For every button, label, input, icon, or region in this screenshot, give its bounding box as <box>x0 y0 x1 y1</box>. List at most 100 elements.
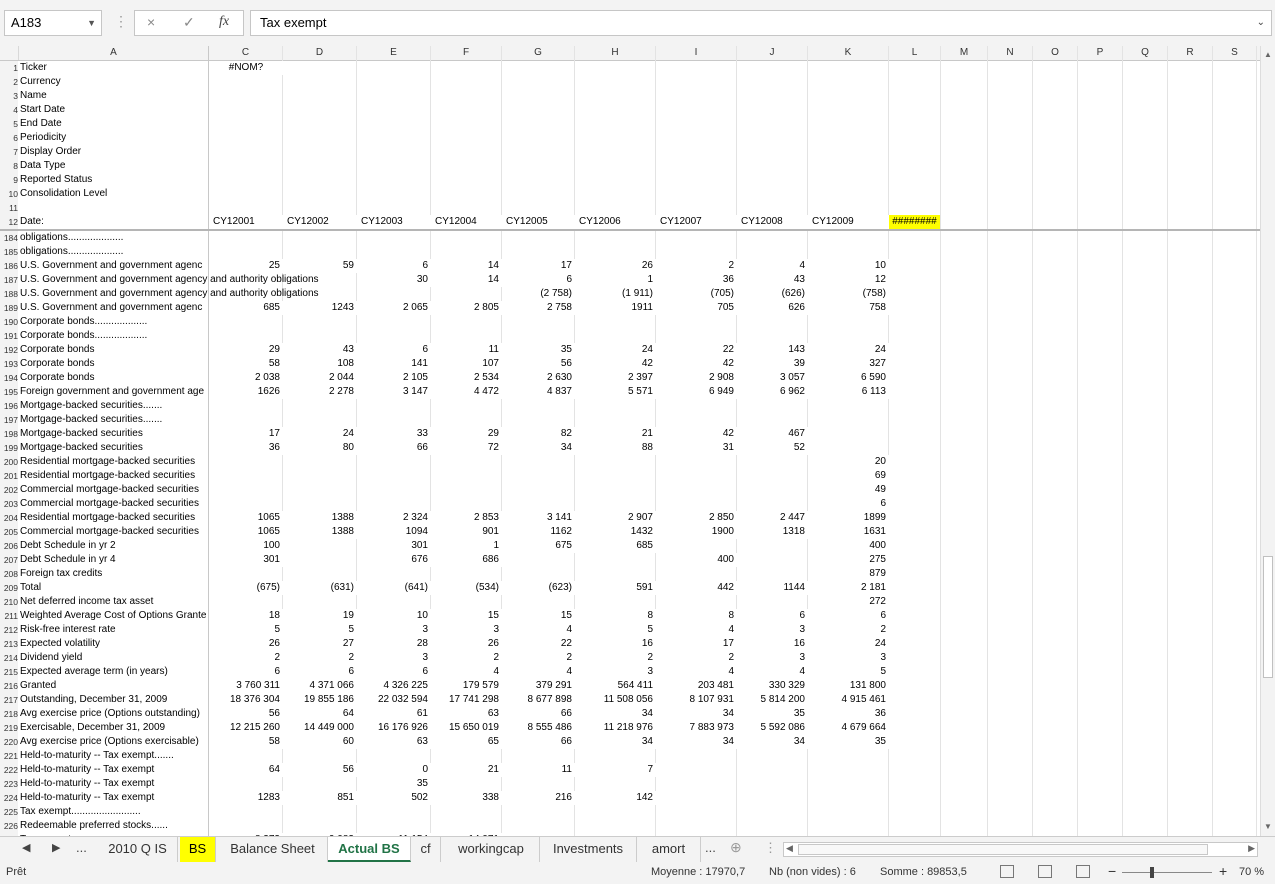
cell-value[interactable] <box>808 819 889 833</box>
cell-value[interactable] <box>502 187 575 201</box>
cell-label[interactable]: Residential mortgage-backed securities <box>19 469 209 483</box>
cell-value[interactable]: 2 065 <box>357 301 431 315</box>
cell-label[interactable]: Residential mortgage-backed securities <box>19 455 209 469</box>
cell-label[interactable]: Commercial mortgage-backed securities <box>19 525 209 539</box>
cell-label[interactable]: Granted <box>19 679 209 693</box>
cell-value[interactable]: 5 <box>209 623 283 637</box>
cell-value[interactable] <box>808 145 889 159</box>
cell-value[interactable]: 4 <box>502 665 575 679</box>
cell-value[interactable]: 29 <box>209 343 283 357</box>
cell-value[interactable]: 11 508 056 <box>575 693 656 707</box>
cell-value[interactable]: 141 <box>357 357 431 371</box>
cell-value[interactable] <box>357 103 431 117</box>
cell-value[interactable] <box>656 315 737 329</box>
cell-value[interactable]: 20 <box>808 455 889 469</box>
column-header-l[interactable]: L <box>889 46 941 60</box>
tab-prev-icon[interactable]: ◀ <box>22 841 30 854</box>
cell-value[interactable]: 6 <box>357 665 431 679</box>
cell-value[interactable] <box>283 595 357 609</box>
cell-value[interactable]: 5 <box>808 665 889 679</box>
cell-value[interactable] <box>737 763 808 777</box>
cell-value[interactable] <box>283 539 357 553</box>
column-header-m[interactable]: M <box>941 46 988 60</box>
cell-value[interactable]: 10 <box>808 259 889 273</box>
cell-value[interactable]: 8 <box>575 609 656 623</box>
cell-value[interactable] <box>737 791 808 805</box>
cell-value[interactable]: 3 141 <box>502 511 575 525</box>
row-header[interactable]: 2 <box>0 75 18 89</box>
cell-value[interactable] <box>283 553 357 567</box>
cell-value[interactable] <box>575 805 656 819</box>
cell-value[interactable]: 2 <box>656 651 737 665</box>
cell-value[interactable]: 4 472 <box>431 385 502 399</box>
cell-value[interactable]: 16 176 926 <box>357 721 431 735</box>
cell-value[interactable] <box>431 805 502 819</box>
cell-value[interactable] <box>209 75 283 89</box>
cell-value[interactable] <box>502 567 575 581</box>
cell-value[interactable]: 11 <box>431 343 502 357</box>
cell-value[interactable] <box>737 159 808 173</box>
cell-value[interactable] <box>737 245 808 259</box>
cell-value[interactable]: 36 <box>209 441 283 455</box>
cell-value[interactable] <box>656 201 737 215</box>
cell-value[interactable]: 5 <box>283 623 357 637</box>
cell-value[interactable]: 11 <box>502 763 575 777</box>
scroll-right-icon[interactable]: ▶ <box>1248 843 1255 854</box>
cell-value[interactable] <box>737 75 808 89</box>
cell-value[interactable] <box>209 567 283 581</box>
cell-label[interactable]: Avg exercise price (Options exercisable) <box>19 735 209 749</box>
cell-value[interactable]: 442 <box>656 581 737 595</box>
cell-value[interactable] <box>502 231 575 245</box>
cell-label[interactable]: Foreign tax credits <box>19 567 209 581</box>
cell-value[interactable]: 64 <box>283 707 357 721</box>
cell-value[interactable] <box>209 749 283 763</box>
cell-value[interactable] <box>737 187 808 201</box>
cell-value[interactable]: 42 <box>656 427 737 441</box>
cell-label[interactable]: Display Order <box>19 145 209 159</box>
enter-check-icon[interactable]: ✓ <box>183 14 195 31</box>
cell-value[interactable] <box>575 145 656 159</box>
cell-value[interactable]: (705) <box>656 287 737 301</box>
cell-value[interactable] <box>357 497 431 511</box>
cell-value[interactable] <box>737 805 808 819</box>
cell-value[interactable] <box>656 131 737 145</box>
cell-value[interactable]: 24 <box>575 343 656 357</box>
cell-value[interactable]: 2 <box>502 651 575 665</box>
cell-value[interactable]: 22 <box>502 637 575 651</box>
cell-value[interactable] <box>656 497 737 511</box>
cell-value[interactable] <box>656 61 737 75</box>
cell-value[interactable]: 4 915 461 <box>808 693 889 707</box>
cell-value[interactable] <box>357 805 431 819</box>
cell-value[interactable]: 22 032 594 <box>357 693 431 707</box>
cell-value[interactable]: 18 376 304 <box>209 693 283 707</box>
cell-value[interactable] <box>656 159 737 173</box>
cell-value[interactable]: 216 <box>502 791 575 805</box>
cell-value[interactable]: 2 181 <box>808 581 889 595</box>
cell-value[interactable] <box>656 819 737 833</box>
cell-value[interactable] <box>431 103 502 117</box>
cell-value[interactable]: 1065 <box>209 525 283 539</box>
cell-value[interactable]: 6 <box>808 609 889 623</box>
cell-value[interactable]: CY12007 <box>656 215 737 229</box>
cell-value[interactable]: 17 <box>656 637 737 651</box>
cell-value[interactable]: 676 <box>357 553 431 567</box>
row-header[interactable]: 10 <box>0 187 18 201</box>
normal-view-icon[interactable] <box>1000 865 1014 878</box>
cell-value[interactable] <box>502 75 575 89</box>
cell-value[interactable]: CY12001 <box>209 215 283 229</box>
cell-value[interactable]: 10 <box>357 609 431 623</box>
cell-overflow-highlight[interactable]: ######## <box>889 215 940 229</box>
cell-value[interactable] <box>209 329 283 343</box>
cell-value[interactable]: 14 071 <box>431 833 502 836</box>
cell-value[interactable] <box>737 539 808 553</box>
cell-value[interactable]: 36 <box>656 273 737 287</box>
cell-value[interactable]: 66 <box>502 735 575 749</box>
row-header[interactable]: 191 <box>0 329 18 343</box>
tab-actual-bs[interactable]: Actual BS <box>328 837 411 862</box>
cell-label[interactable]: Residential mortgage-backed securities <box>19 511 209 525</box>
cell-label[interactable]: Data Type <box>19 159 209 173</box>
cell-value[interactable] <box>283 245 357 259</box>
cell-value[interactable]: 901 <box>431 525 502 539</box>
column-header-f[interactable]: F <box>431 46 502 60</box>
cell-value[interactable] <box>737 61 808 75</box>
